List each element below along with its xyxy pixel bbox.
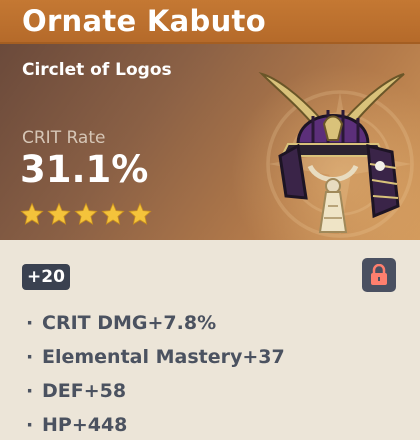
bullet-icon: · xyxy=(26,414,34,436)
lock-icon xyxy=(371,264,387,285)
kabuto-helmet-icon xyxy=(258,71,405,233)
bullet-icon: · xyxy=(26,346,34,368)
main-stat-label: CRIT Rate xyxy=(22,128,106,148)
star-icon xyxy=(47,202,71,225)
title-bar: Ornate Kabuto xyxy=(0,0,420,44)
main-stat-value: 31.1% xyxy=(20,148,149,191)
substat-item: · CRIT DMG+7.8% xyxy=(26,306,406,340)
bullet-icon: · xyxy=(26,312,34,334)
lock-button[interactable] xyxy=(362,258,396,292)
rarity-stars xyxy=(20,202,152,228)
star-icon xyxy=(128,202,152,225)
substats-list: · CRIT DMG+7.8% · Elemental Mastery+37 ·… xyxy=(26,306,406,440)
substat-text: CRIT DMG+7.8% xyxy=(42,312,217,334)
substat-text: Elemental Mastery+37 xyxy=(42,346,285,368)
artifact-slot-type: Circlet of Logos xyxy=(22,60,172,80)
artifact-card: Ornate Kabuto Circlet of Logos CRIT Rate… xyxy=(0,0,420,440)
level-badge: +20 xyxy=(22,264,70,290)
artifact-name: Ornate Kabuto xyxy=(22,4,266,38)
substat-item: · HP+448 xyxy=(26,408,406,440)
star-icon xyxy=(20,202,44,225)
star-icon xyxy=(74,202,98,225)
bullet-icon: · xyxy=(26,380,34,402)
artifact-details-panel: +20 · CRIT DMG+7.8% · Elemental Mastery+… xyxy=(0,240,420,440)
artifact-hero-panel: Circlet of Logos CRIT Rate 31.1% xyxy=(0,44,420,240)
star-icon xyxy=(101,202,125,225)
substat-text: DEF+58 xyxy=(42,380,127,402)
substat-text: HP+448 xyxy=(42,414,128,436)
substat-item: · Elemental Mastery+37 xyxy=(26,340,406,374)
substat-item: · DEF+58 xyxy=(26,374,406,408)
